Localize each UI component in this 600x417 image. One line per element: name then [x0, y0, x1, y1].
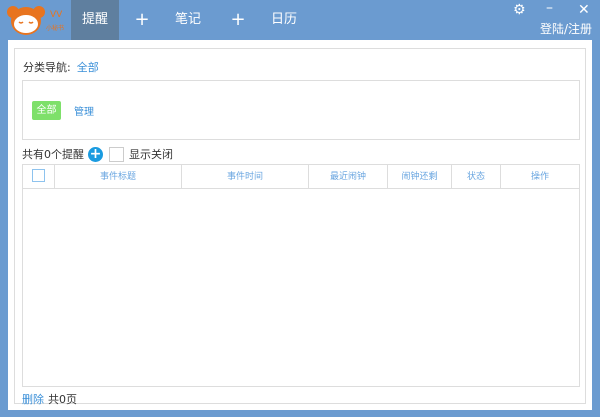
category-box: 全部 管理: [22, 80, 580, 140]
delete-link[interactable]: 删除: [22, 393, 44, 406]
category-all-button[interactable]: 全部: [32, 101, 61, 120]
show-closed-checkbox[interactable]: [109, 146, 124, 162]
select-all-checkbox[interactable]: [32, 169, 45, 182]
table-header: 事件标题 事件时间 最近闹钟 闹钟还剩 状态 操作: [23, 165, 579, 189]
reminder-table: 事件标题 事件时间 最近闹钟 闹钟还剩 状态 操作: [22, 164, 580, 387]
add-reminder-button[interactable]: +: [88, 146, 103, 162]
svg-text:VV: VV: [50, 10, 63, 20]
select-all-cell: [23, 165, 55, 188]
manage-link[interactable]: 管理: [74, 103, 94, 118]
column-header[interactable]: 状态: [452, 165, 501, 188]
column-header[interactable]: 事件标题: [55, 165, 182, 188]
title-bar: VV 小秘书 提醒 + 笔记 + 日历 ⚙ – ✕ 登陆/注册: [0, 0, 600, 40]
logo-icon: VV 小秘书: [7, 6, 64, 35]
svg-text:小秘书: 小秘书: [46, 24, 64, 32]
page-count: 共0页: [48, 393, 77, 406]
minimize-icon[interactable]: –: [546, 0, 553, 16]
show-closed-label: 显示关闭: [129, 148, 173, 161]
tab-calendar[interactable]: 日历: [264, 0, 304, 40]
close-icon[interactable]: ✕: [578, 2, 590, 18]
tab-reminder[interactable]: 提醒: [71, 0, 119, 40]
nav-current[interactable]: 全部: [77, 61, 99, 74]
nav-label: 分类导航:: [23, 61, 71, 74]
table-footer: 删除 共0页: [22, 391, 77, 407]
category-nav: 分类导航: 全部: [23, 59, 99, 75]
column-header[interactable]: 操作: [501, 165, 579, 188]
gear-icon[interactable]: ⚙: [513, 2, 526, 18]
reminder-count: 共有0个提醒: [22, 148, 84, 161]
column-header[interactable]: 事件时间: [182, 165, 309, 188]
main-content: 分类导航: 全部 全部 管理 共有0个提醒 + 显示关闭 事件标题 事件时间 最近…: [8, 40, 592, 410]
toolbar: 共有0个提醒 + 显示关闭: [22, 146, 173, 162]
login-register-link[interactable]: 登陆/注册: [540, 20, 592, 37]
column-header[interactable]: 最近闹钟: [309, 165, 388, 188]
tab-notes[interactable]: 笔记: [168, 0, 208, 40]
add-tab-button-2[interactable]: +: [224, 0, 252, 40]
reminder-panel: 分类导航: 全部 全部 管理 共有0个提醒 + 显示关闭 事件标题 事件时间 最近…: [14, 48, 586, 407]
column-header[interactable]: 闹钟还剩: [388, 165, 452, 188]
add-tab-button[interactable]: +: [128, 0, 156, 40]
